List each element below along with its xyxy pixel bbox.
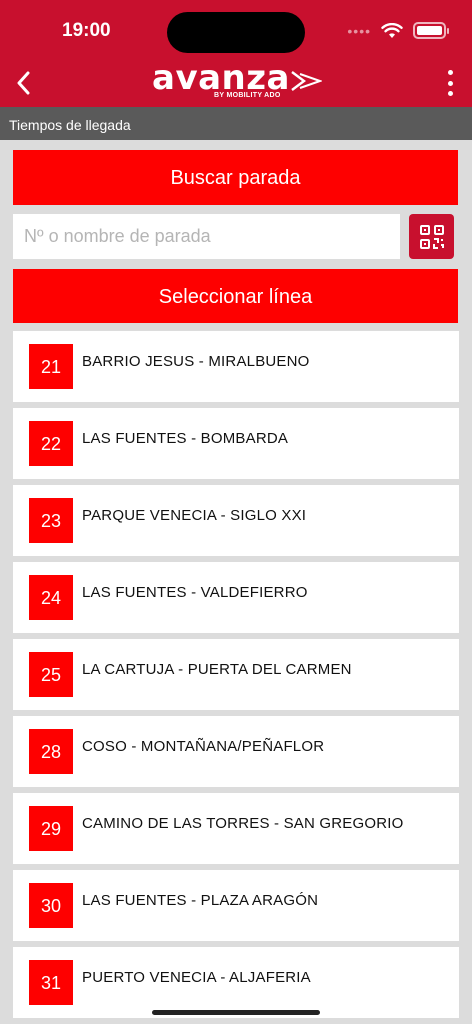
line-list-item[interactable]: 21 BARRIO JESUS - MIRALBUENO xyxy=(13,331,459,402)
line-name: LA CARTUJA - PUERTA DEL CARMEN xyxy=(82,661,352,678)
line-list-item[interactable]: 30 LAS FUENTES - PLAZA ARAGÓN xyxy=(13,870,459,941)
wifi-icon xyxy=(381,22,403,38)
line-number-badge: 24 xyxy=(29,575,73,620)
select-line-button[interactable]: Seleccionar línea xyxy=(13,269,458,323)
more-menu-button[interactable] xyxy=(444,70,456,96)
line-number-badge: 23 xyxy=(29,498,73,543)
signal-dots-icon: •••• xyxy=(347,22,371,39)
dynamic-island xyxy=(167,12,305,53)
back-button[interactable] xyxy=(10,68,36,98)
line-name: LAS FUENTES - PLAZA ARAGÓN xyxy=(82,892,319,909)
line-number-badge: 29 xyxy=(29,806,73,851)
logo-subtitle: BY MOBILITY ADO xyxy=(214,92,281,99)
page-title: Tiempos de llegada xyxy=(0,107,472,140)
status-time: 19:00 xyxy=(62,20,111,41)
line-list-item[interactable]: 23 PARQUE VENECIA - SIGLO XXI xyxy=(13,485,459,556)
line-number-badge: 30 xyxy=(29,883,73,928)
line-list-item[interactable]: 29 CAMINO DE LAS TORRES - SAN GREGORIO xyxy=(13,793,459,864)
line-list-item[interactable]: 22 LAS FUENTES - BOMBARDA xyxy=(13,408,459,479)
status-icons: •••• xyxy=(347,22,449,39)
line-name: LAS FUENTES - BOMBARDA xyxy=(82,430,289,447)
qr-scan-button[interactable] xyxy=(409,214,454,259)
line-name: PUERTO VENECIA - ALJAFERIA xyxy=(82,969,311,986)
line-list-item[interactable]: 24 LAS FUENTES - VALDEFIERRO xyxy=(13,562,459,633)
battery-icon xyxy=(413,22,449,39)
search-stop-button[interactable]: Buscar parada xyxy=(13,150,458,205)
logo-arrow-icon xyxy=(291,71,322,91)
home-indicator[interactable] xyxy=(152,1010,320,1015)
line-name: CAMINO DE LAS TORRES - SAN GREGORIO xyxy=(82,815,404,832)
line-list-item[interactable]: 25 LA CARTUJA - PUERTA DEL CARMEN xyxy=(13,639,459,710)
line-number-badge: 28 xyxy=(29,729,73,774)
line-name: LAS FUENTES - VALDEFIERRO xyxy=(82,584,308,601)
stop-search-input[interactable] xyxy=(13,214,400,259)
line-name: PARQUE VENECIA - SIGLO XXI xyxy=(82,507,307,524)
app-header: 19:00 •••• avanza BY MOBILITY ADO xyxy=(0,0,472,107)
line-list-item[interactable]: 28 COSO - MONTAÑANA/PEÑAFLOR xyxy=(13,716,459,787)
chevron-left-icon xyxy=(17,71,30,95)
line-number-badge: 21 xyxy=(29,344,73,389)
more-vertical-icon xyxy=(447,70,453,75)
line-list-item[interactable]: 31 PUERTO VENECIA - ALJAFERIA xyxy=(13,947,459,1018)
qr-code-icon xyxy=(419,224,444,249)
line-number-badge: 25 xyxy=(29,652,73,697)
bus-lines-list: 21 BARRIO JESUS - MIRALBUENO 22 LAS FUEN… xyxy=(13,331,459,1024)
line-number-badge: 31 xyxy=(29,960,73,1005)
line-number-badge: 22 xyxy=(29,421,73,466)
avanza-logo: avanza BY MOBILITY ADO xyxy=(150,58,325,104)
line-name: BARRIO JESUS - MIRALBUENO xyxy=(82,353,310,370)
line-name: COSO - MONTAÑANA/PEÑAFLOR xyxy=(82,738,325,755)
